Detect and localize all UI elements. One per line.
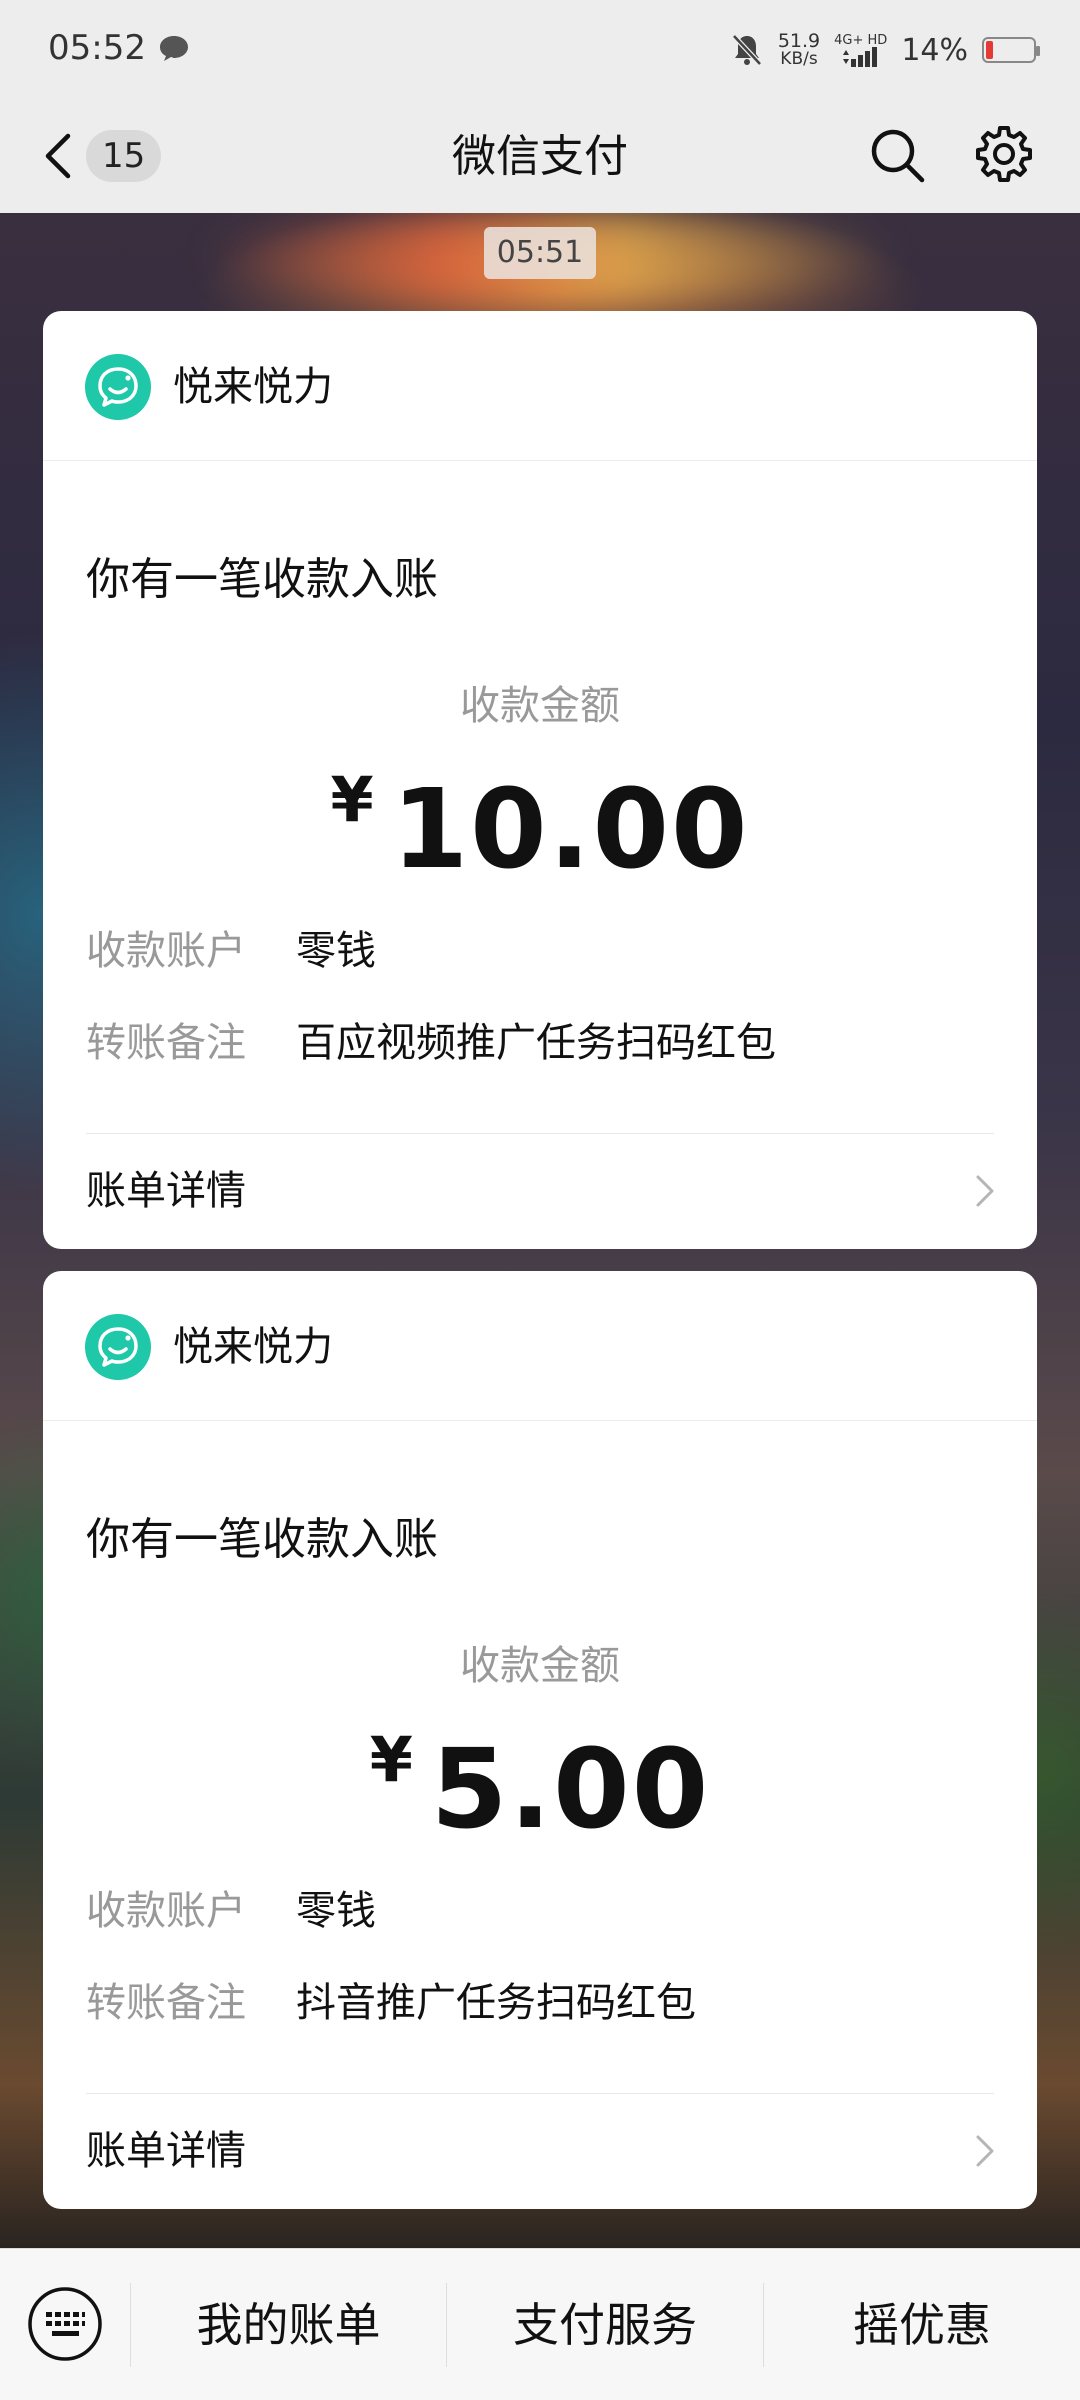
amount-value: 5.00 [430,1725,711,1853]
account-value: 零钱 [296,928,376,974]
status-bar: 05:52 51.9 KB/s 4G+ HD 14% [0,0,1080,100]
note-value: 百应视频推广任务扫码红包 [296,1020,776,1066]
search-icon[interactable] [868,126,926,184]
account-value: 零钱 [296,1888,376,1934]
unread-count-badge[interactable]: 15 [86,130,162,182]
currency-symbol: ¥ [330,763,374,836]
note-row: 转账备注 百应视频推广任务扫码红包 [86,1015,776,1071]
bill-details-link[interactable]: 账单详情 [86,1163,246,1219]
currency-symbol: ¥ [369,1723,413,1796]
merchant-name: 悦来悦力 [173,364,333,410]
smile-logo-icon [85,1314,151,1380]
net-speed-unit: KB/s [780,49,818,69]
merchant-name: 悦来悦力 [173,1324,333,1370]
payment-card[interactable]: 悦来悦力 你有一笔收款入账 收款金额 ¥10.00 收款账户 零钱 转账备注 百应视… [43,311,1037,1249]
menu-my-bills[interactable]: 我的账单 [131,2249,446,2400]
back-arrow-icon[interactable] [38,126,78,186]
bottom-menu-bar: 我的账单 支付服务 摇优惠 [0,2248,1080,2400]
battery-percent: 14% [901,32,968,68]
network-indicator: 4G+ HD [834,34,887,67]
card-divider [86,2093,994,2094]
card-title: 你有一笔收款入账 [86,554,438,605]
bill-details-link[interactable]: 账单详情 [86,2123,246,2179]
status-right: 51.9 KB/s 4G+ HD 14% [730,26,1040,74]
gear-icon[interactable] [974,124,1034,184]
note-row: 转账备注 抖音推广任务扫码红包 [86,1975,696,2031]
bell-muted-icon [732,34,762,66]
menu-payment-services[interactable]: 支付服务 [447,2249,763,2400]
net-speed: 51.9 KB/s [778,32,820,68]
account-row: 收款账户 零钱 [86,1883,376,1939]
signal-icon [842,46,877,67]
card-header: 悦来悦力 [43,1271,1037,1421]
amount: ¥10.00 [43,763,1037,893]
chevron-right-icon[interactable] [973,2131,997,2171]
chat-bubble-icon [160,36,188,61]
amount-label: 收款金额 [460,1643,620,1689]
smile-logo-icon [85,354,151,420]
note-label: 转账备注 [86,1020,246,1066]
amount-label: 收款金额 [460,683,620,729]
account-row: 收款账户 零钱 [86,923,376,979]
card-header: 悦来悦力 [43,311,1037,461]
keyboard-icon[interactable] [26,2285,104,2363]
account-label: 收款账户 [86,928,246,974]
battery-icon [982,37,1040,63]
battery-level [986,41,993,59]
amount-value: 10.00 [391,765,750,893]
message-timestamp: 05:51 [484,227,596,279]
account-label: 收款账户 [86,1888,246,1934]
amount: ¥5.00 [43,1723,1037,1853]
card-title: 你有一笔收款入账 [86,1514,438,1565]
card-divider [86,1133,994,1134]
status-time: 05:52 [48,28,146,68]
note-value: 抖音推广任务扫码红包 [296,1980,696,2026]
chevron-right-icon[interactable] [973,1171,997,1211]
network-type: 4G+ HD [834,32,888,48]
nav-bar: 15 微信支付 [0,100,1080,213]
menu-shake-offers[interactable]: 摇优惠 [764,2249,1080,2400]
note-label: 转账备注 [86,1980,246,2026]
payment-card[interactable]: 悦来悦力 你有一笔收款入账 收款金额 ¥5.00 收款账户 零钱 转账备注 抖音推广… [43,1271,1037,2209]
